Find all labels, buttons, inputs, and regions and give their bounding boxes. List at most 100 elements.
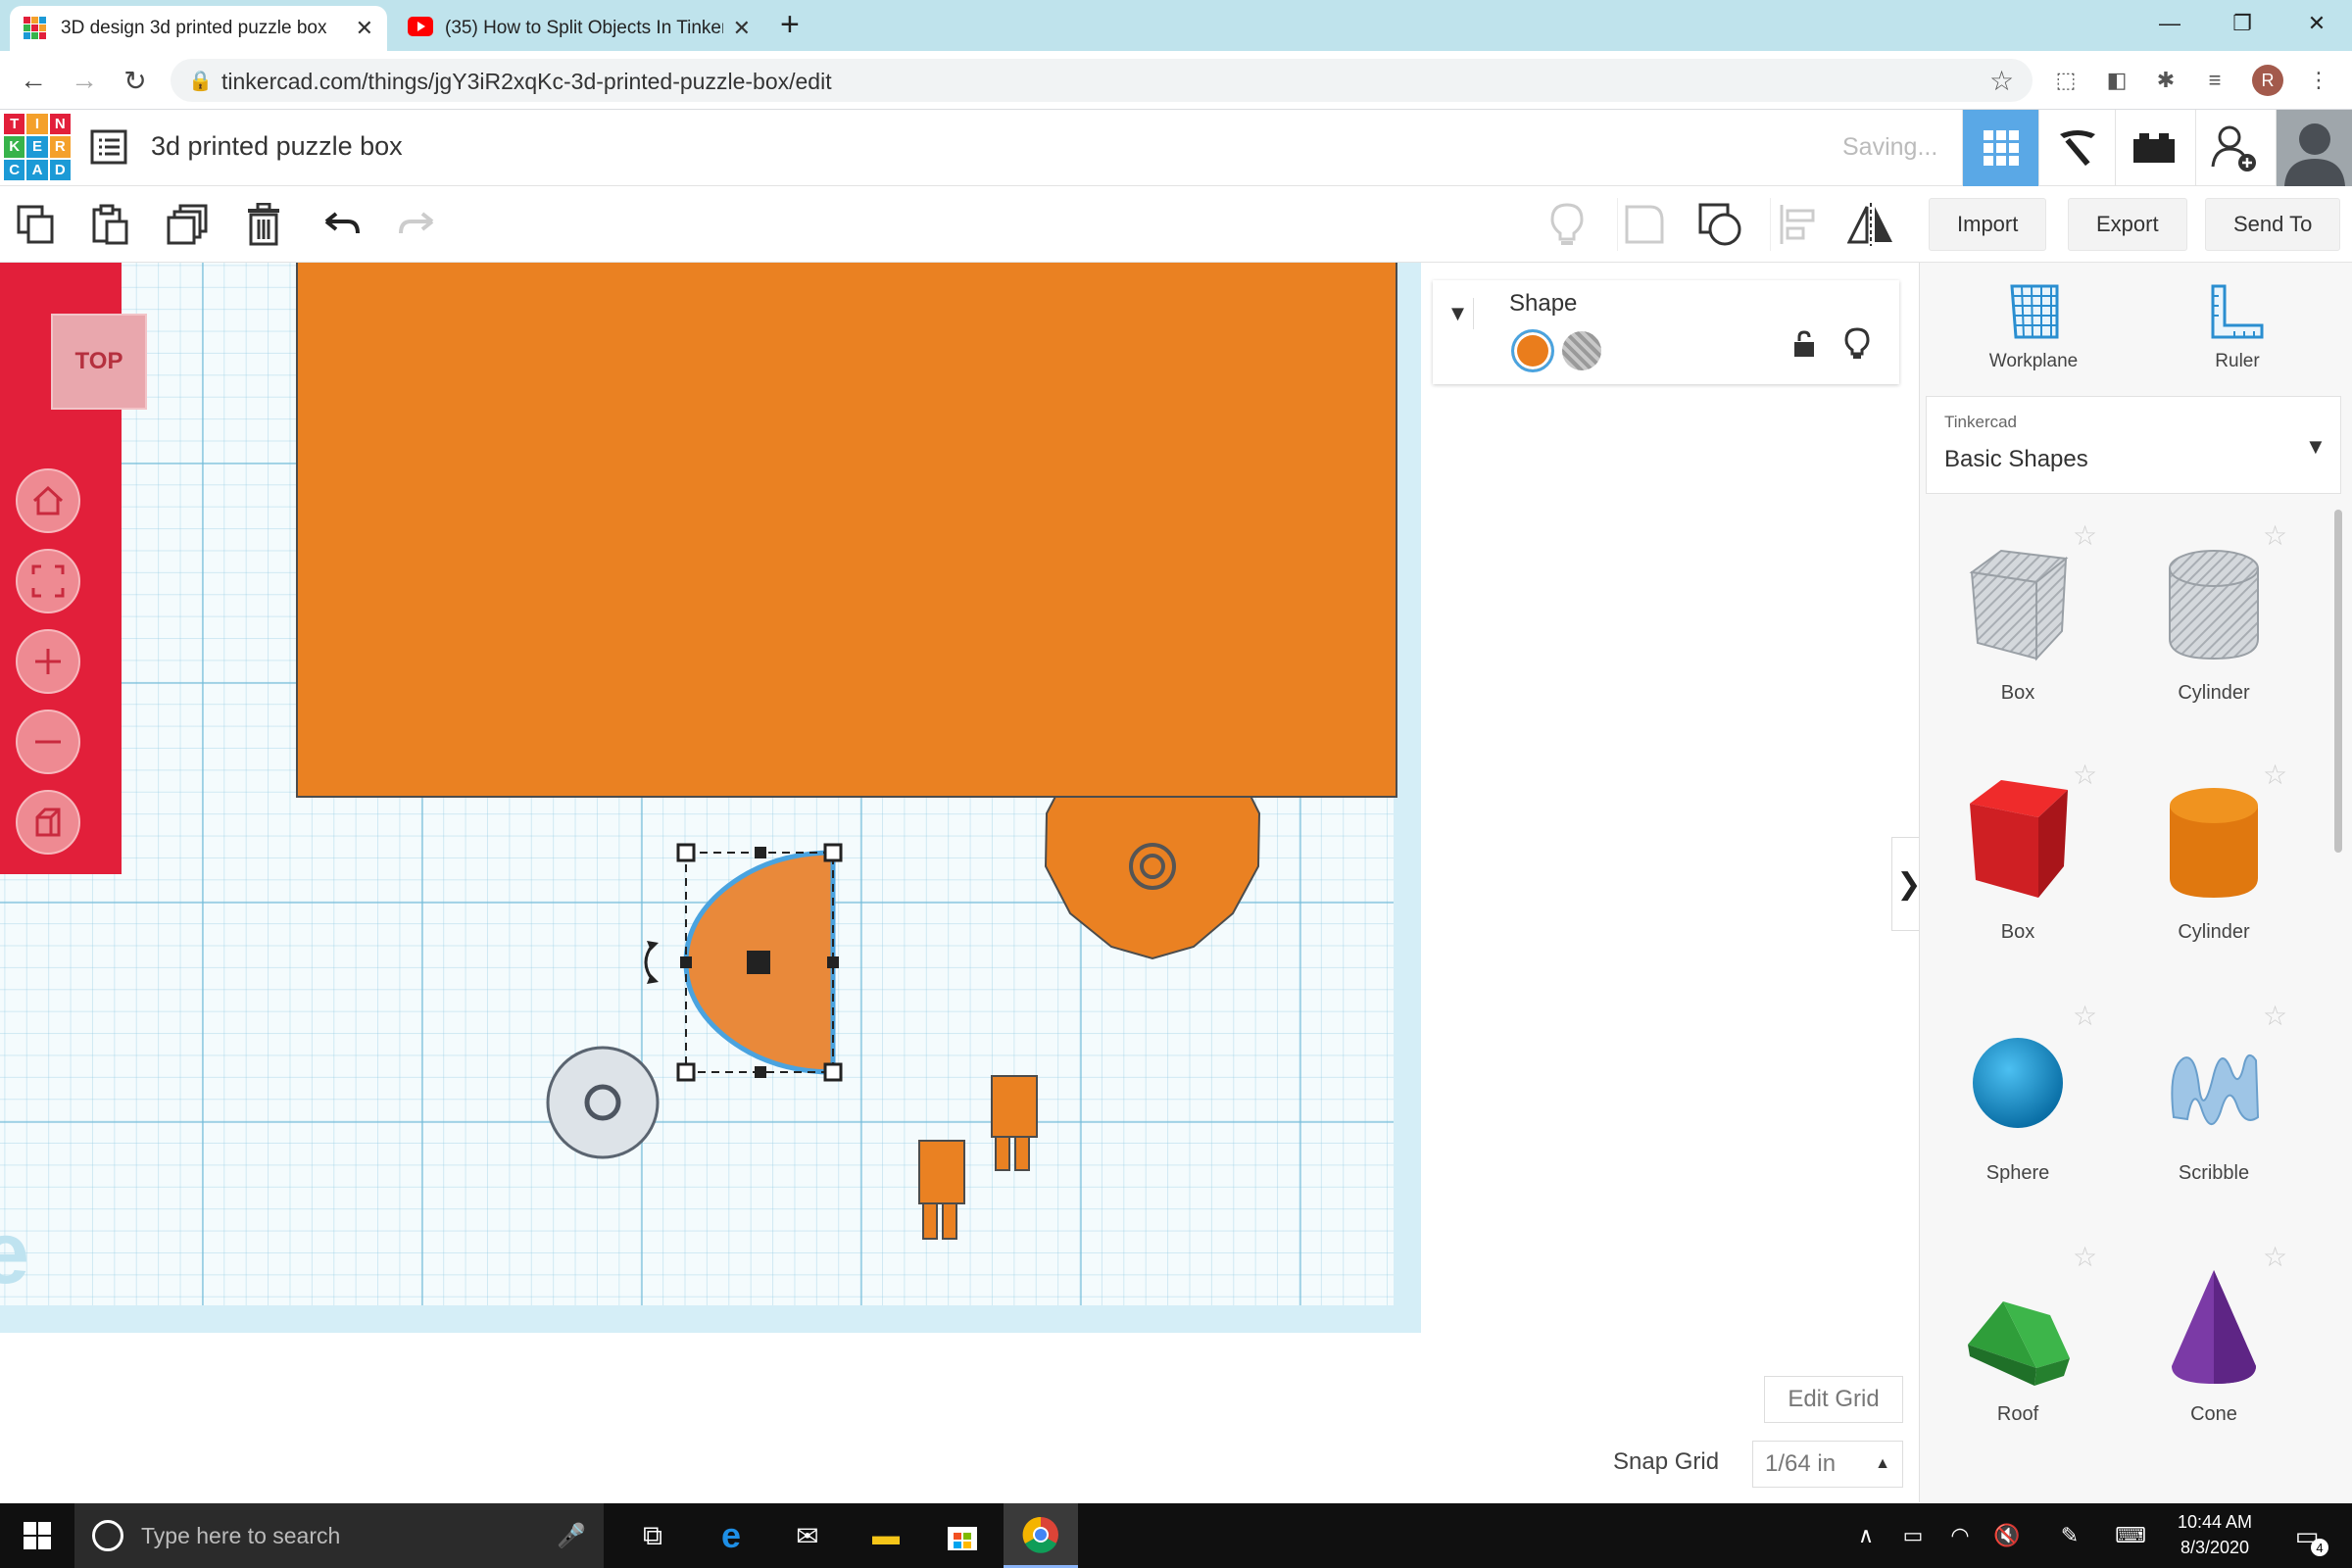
lock-unlocked-icon[interactable] — [1791, 329, 1817, 364]
window-close-icon[interactable]: ✕ — [2287, 4, 2346, 43]
shape-item-scribble[interactable]: Scribble ☆ — [2116, 1001, 2312, 1250]
snap-grid-label: Snap Grid — [1613, 1448, 1720, 1475]
visibility-lightbulb-icon[interactable] — [1844, 327, 1870, 366]
pen-icon[interactable]: ✎ — [2038, 1511, 2101, 1560]
maximize-icon[interactable]: ❐ — [2213, 4, 2272, 43]
collapse-inspector-icon[interactable]: ▼ — [1443, 298, 1474, 329]
store-icon[interactable] — [931, 1511, 994, 1560]
shape-item-cylinder[interactable]: Cylinder ☆ — [2116, 760, 2312, 1009]
notes-button[interactable] — [1541, 198, 1593, 251]
paste-icon — [92, 204, 128, 245]
undo-button[interactable] — [316, 198, 368, 251]
view-cube[interactable]: TOP — [51, 314, 147, 410]
hole-button[interactable] — [1562, 331, 1601, 370]
shape-item-box-hole[interactable]: Box ☆ — [1920, 520, 2116, 770]
chrome-taskbar-icon[interactable] — [1004, 1503, 1078, 1568]
shape-library-dropdown[interactable]: Tinkercad Basic Shapes ▼ — [1926, 396, 2341, 494]
user-avatar[interactable] — [2276, 110, 2352, 186]
3d-view-button[interactable] — [1962, 110, 2038, 186]
bricks-button[interactable] — [2115, 110, 2191, 186]
shape-label: Box — [2000, 921, 2035, 943]
favorite-star-icon[interactable]: ☆ — [2263, 519, 2287, 552]
volume-muted-icon[interactable]: 🔇 — [1976, 1511, 2038, 1560]
windows-start-icon[interactable] — [6, 1511, 69, 1560]
fit-view-button[interactable] — [16, 549, 80, 613]
notifications-icon[interactable]: ▭ 4 — [2276, 1511, 2338, 1560]
edge-browser-icon[interactable]: e — [700, 1511, 762, 1560]
orange-box-shape[interactable] — [296, 263, 1397, 798]
zoom-out-button[interactable] — [16, 710, 80, 774]
redo-button[interactable] — [390, 198, 443, 251]
send-to-button[interactable]: Send To — [2205, 198, 2341, 251]
omnibox[interactable]: 🔒 tinkercad.com/things/jgY3iR2xqKc-3d-pr… — [171, 59, 2033, 102]
zoom-in-button[interactable] — [16, 629, 80, 694]
delete-button[interactable] — [237, 198, 290, 251]
minecraft-pickaxe-button[interactable] — [2038, 110, 2115, 186]
close-tab-icon[interactable]: ✕ — [733, 16, 751, 41]
home-view-button[interactable] — [16, 468, 80, 533]
taskbar-clock[interactable]: 10:44 AM 8/3/2020 — [2156, 1509, 2274, 1560]
close-tab-icon[interactable]: ✕ — [356, 16, 373, 41]
align-button[interactable] — [1770, 198, 1823, 251]
shape-item-sphere[interactable]: Sphere ☆ — [1920, 1001, 2116, 1250]
favorite-star-icon[interactable]: ☆ — [2073, 1000, 2097, 1032]
shape-label: Roof — [1996, 1403, 2039, 1425]
reload-icon[interactable]: ↻ — [116, 61, 155, 100]
extension-icon[interactable]: ⬚ — [2050, 65, 2082, 96]
edit-grid-button[interactable]: Edit Grid — [1764, 1376, 1903, 1423]
import-button[interactable]: Import — [1929, 198, 2047, 251]
favorite-star-icon[interactable]: ☆ — [2263, 759, 2287, 791]
workplane-label: Workplane — [1988, 351, 2079, 371]
task-view-icon[interactable]: ⧉ — [621, 1511, 684, 1560]
group-button[interactable] — [1617, 198, 1670, 251]
shape-item-roof[interactable]: Roof ☆ — [1920, 1242, 2116, 1492]
url-text[interactable]: tinkercad.com/things/jgY3iR2xqKc-3d-prin… — [221, 69, 832, 95]
puzzle-extensions-icon[interactable]: ✱ — [2150, 65, 2181, 96]
box-red-icon — [1970, 780, 2068, 898]
ruler-tool[interactable]: Ruler — [2159, 282, 2316, 390]
copy-button[interactable] — [10, 198, 63, 251]
notification-count-badge: 4 — [2311, 1539, 2328, 1556]
new-tab-button[interactable]: + — [780, 6, 800, 44]
design-title[interactable]: 3d printed puzzle box — [151, 131, 403, 162]
workplane-tool[interactable]: Workplane — [1955, 282, 2112, 390]
export-button[interactable]: Export — [2068, 198, 2187, 251]
mirror-button[interactable] — [1844, 198, 1897, 251]
shape-item-box[interactable]: Box ☆ — [1920, 760, 2116, 1009]
back-icon[interactable]: ← — [14, 61, 53, 100]
mail-icon[interactable]: ✉ — [776, 1511, 839, 1560]
duplicate-button[interactable] — [161, 198, 214, 251]
keyboard-icon[interactable]: ⌨ — [2099, 1511, 2162, 1560]
shape-item-cone[interactable]: Cone ☆ — [2116, 1242, 2312, 1492]
bookmark-star-icon[interactable]: ☆ — [1989, 65, 2014, 97]
minimize-icon[interactable]: — — [2140, 4, 2199, 43]
favorite-star-icon[interactable]: ☆ — [2073, 1241, 2097, 1273]
selected-half-cylinder-shape — [644, 843, 843, 1082]
favorite-star-icon[interactable]: ☆ — [2073, 519, 2097, 552]
design-list-icon[interactable] — [90, 129, 129, 167]
favorite-star-icon[interactable]: ☆ — [2263, 1241, 2287, 1273]
extension-icon[interactable]: ◧ — [2101, 65, 2132, 96]
file-explorer-icon[interactable]: ▬ — [855, 1511, 917, 1560]
shape-item-cylinder-hole[interactable]: Cylinder ☆ — [2116, 520, 2312, 770]
favorite-star-icon[interactable]: ☆ — [2263, 1000, 2287, 1032]
media-queue-icon[interactable]: ≡ — [2199, 65, 2230, 96]
shape-label: Cylinder — [2178, 921, 2250, 943]
tab-youtube[interactable]: (35) How to Split Objects In Tinkercad ✕ — [394, 6, 764, 51]
paste-button[interactable] — [84, 198, 137, 251]
forward-icon[interactable]: → — [65, 61, 104, 100]
microphone-icon[interactable]: 🎤 — [557, 1522, 586, 1550]
profile-avatar[interactable]: R — [2252, 65, 2283, 96]
add-user-button[interactable] — [2195, 110, 2272, 186]
tab-tinkercad[interactable]: 3D design 3d printed puzzle box ✕ — [10, 6, 387, 51]
solid-color-button[interactable] — [1511, 329, 1554, 372]
menu-kebab-icon[interactable]: ⋮ — [2303, 65, 2334, 96]
favorite-star-icon[interactable]: ☆ — [2073, 759, 2097, 791]
ungroup-button[interactable] — [1693, 198, 1746, 251]
taskbar-search-box[interactable]: Type here to search 🎤 — [74, 1503, 604, 1568]
cone-icon — [2172, 1270, 2256, 1384]
tinkercad-logo[interactable]: T I N K E R C A D — [4, 114, 71, 180]
perspective-button[interactable] — [16, 790, 80, 855]
snap-grid-select[interactable]: 1/64 in ▲ — [1752, 1441, 1903, 1488]
shapes-scrollbar[interactable] — [2334, 510, 2342, 853]
